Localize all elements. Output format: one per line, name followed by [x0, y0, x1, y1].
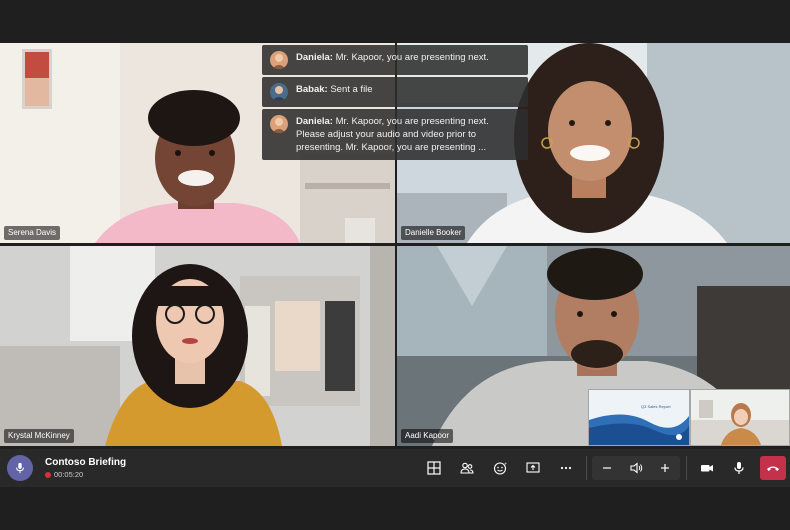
- chat-message[interactable]: Daniela: Mr. Kapoor, you are presenting …: [262, 45, 528, 75]
- recording-indicator: [45, 471, 51, 478]
- participant-name: Danielle Booker: [401, 226, 466, 240]
- video-feed: [0, 246, 395, 446]
- avatar: [270, 83, 288, 101]
- participants-icon[interactable]: [457, 458, 477, 478]
- share-screen-icon[interactable]: [523, 458, 543, 478]
- slide-title: Q3 Sales Report: [641, 404, 671, 409]
- video-tile-krystal[interactable]: Krystal McKinney: [0, 246, 395, 446]
- minus-icon[interactable]: [597, 458, 617, 478]
- chat-message[interactable]: Babak: Sent a file: [262, 77, 528, 107]
- avatar: [270, 51, 288, 69]
- meeting-stage: Serena Davis Danielle Booker Krystal McK…: [0, 0, 790, 530]
- chat-body: Mr. Kapoor, you are presenting next.: [335, 52, 489, 63]
- chat-sender: Daniela:: [296, 116, 333, 127]
- slide-preview: [589, 390, 689, 445]
- grid-layout-icon[interactable]: [424, 458, 444, 478]
- plus-icon[interactable]: [655, 458, 675, 478]
- self-view-thumbnail[interactable]: [690, 389, 790, 446]
- participant-name: Krystal McKinney: [4, 429, 74, 443]
- toolbar-divider: [586, 456, 587, 480]
- camera-icon[interactable]: [697, 458, 717, 478]
- chat-sender: Babak:: [296, 84, 328, 95]
- speaker-icon[interactable]: [626, 458, 646, 478]
- shared-content-thumbnail[interactable]: Q3 Sales Report: [588, 389, 690, 446]
- microphone-toggle-icon[interactable]: [729, 458, 749, 478]
- self-view-feed: [691, 390, 789, 445]
- participant-name: Aadi Kapoor: [401, 429, 454, 443]
- meeting-info: Contoso Briefing 00:05:20: [45, 457, 126, 480]
- hang-up-icon[interactable]: [760, 456, 786, 480]
- meeting-elapsed-time: 00:05:20: [54, 470, 84, 479]
- chat-body: Sent a file: [330, 84, 373, 95]
- avatar: [270, 115, 288, 133]
- more-options-icon[interactable]: [556, 458, 576, 478]
- meeting-toolbar: Contoso Briefing 00:05:20 +: [0, 449, 790, 487]
- meeting-title: Contoso Briefing: [45, 457, 127, 468]
- toolbar-divider: [686, 456, 687, 480]
- svg-text:+: +: [504, 461, 507, 466]
- chat-notifications: Daniela: Mr. Kapoor, you are presenting …: [262, 45, 528, 160]
- reaction-icon[interactable]: +: [490, 458, 510, 478]
- microphone-icon[interactable]: [7, 455, 33, 481]
- participant-name: Serena Davis: [4, 226, 61, 240]
- chat-message[interactable]: Daniela: Mr. Kapoor, you are presenting …: [262, 109, 528, 160]
- chat-sender: Daniela:: [296, 52, 333, 63]
